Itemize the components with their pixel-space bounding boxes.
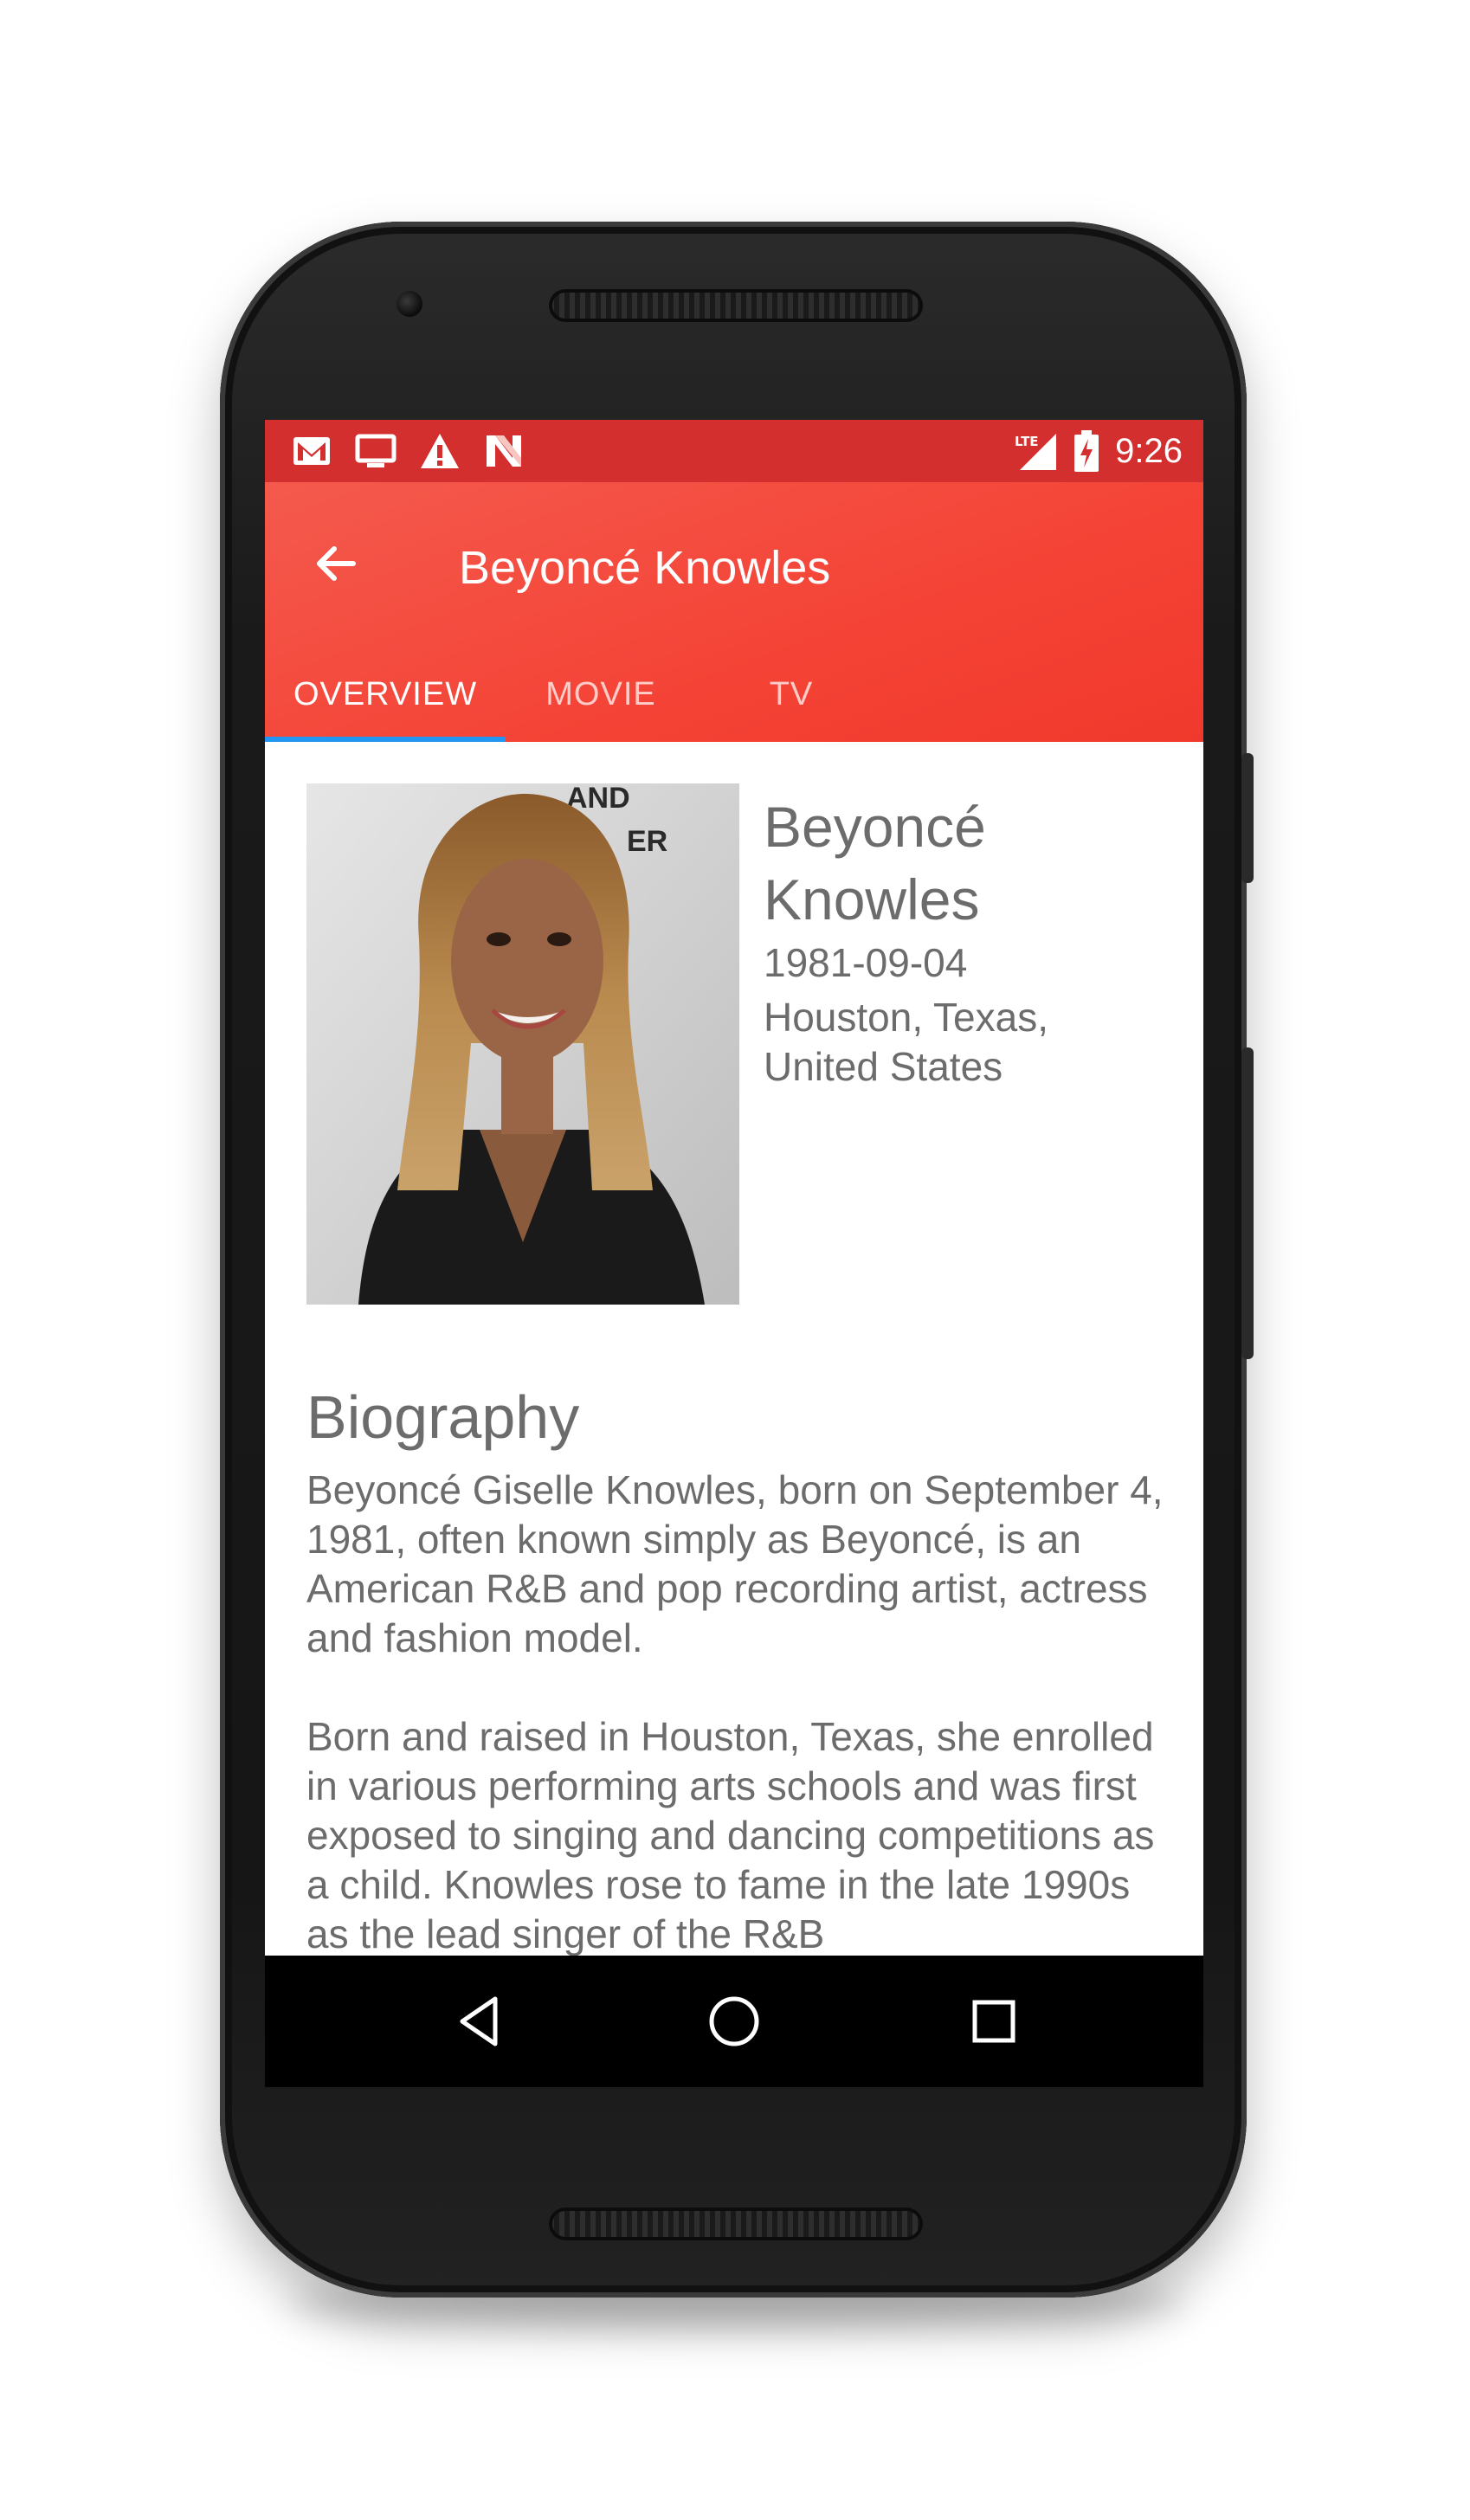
tab-overview[interactable]: OVERVIEW	[265, 647, 506, 742]
system-icons: LTE 9:26	[1013, 429, 1183, 474]
biography-paragraph: Beyoncé Giselle Knowles, born on Septemb…	[306, 1467, 1164, 1660]
lte-label: LTE	[1015, 434, 1039, 449]
person-birthday: 1981-09-04	[764, 940, 968, 985]
status-clock: 9:26	[1115, 431, 1183, 470]
gmail-icon	[293, 437, 330, 465]
front-camera	[397, 291, 422, 317]
tab-overview-label: OVERVIEW	[293, 675, 478, 712]
person-name: Beyoncé Knowles	[764, 795, 986, 931]
biography-heading: Biography	[306, 1383, 580, 1451]
top-speaker-grille	[549, 289, 923, 322]
profile-photo-image: AND ER	[306, 783, 739, 1305]
app-bar: Beyoncé Knowles OVERVIEW MOVIE TV	[265, 482, 1203, 742]
notification-icons	[291, 432, 525, 470]
n-app-icon	[487, 435, 521, 467]
tab-movie[interactable]: MOVIE	[506, 647, 696, 742]
power-button	[1241, 753, 1254, 883]
tab-tv[interactable]: TV	[696, 647, 887, 742]
tab-bar: OVERVIEW MOVIE TV	[265, 647, 1203, 742]
status-bar: LTE 9:26	[265, 420, 1203, 482]
circle-home-icon[interactable]	[700, 1987, 769, 2056]
person-birthplace: Houston, Texas, United States	[764, 995, 1049, 1089]
triangle-back-icon[interactable]	[447, 1987, 516, 2056]
volume-button	[1241, 1047, 1254, 1359]
overview-content: AND ER Beyoncé Knowles 1981-09-04 Housto…	[265, 742, 1203, 1956]
tab-tv-label: TV	[769, 675, 814, 712]
biography-paragraph: Born and raised in Houston, Texas, she e…	[306, 1714, 1155, 1956]
navigation-bar	[265, 1956, 1203, 2087]
bottom-speaker-grille	[549, 2207, 923, 2240]
lte-signal-icon: LTE	[1015, 434, 1057, 470]
toolbar-title: Beyoncé Knowles	[459, 542, 831, 594]
phone-screen: LTE 9:26 Beyoncé Knowles OVERVIEW MOVIE …	[265, 420, 1203, 2087]
arrow-left-icon[interactable]	[300, 525, 376, 602]
warning-icon	[421, 434, 459, 468]
battery-charging-icon	[1074, 430, 1099, 472]
square-recents-icon[interactable]	[959, 1987, 1028, 2056]
biography-text: Beyoncé Giselle Knowles, born on Septemb…	[306, 1466, 1181, 2008]
tab-movie-label: MOVIE	[545, 675, 656, 712]
profile-photo: AND ER	[306, 783, 739, 1305]
cast-screen-icon	[355, 434, 397, 467]
backdrop-text-2: ER	[627, 825, 667, 858]
